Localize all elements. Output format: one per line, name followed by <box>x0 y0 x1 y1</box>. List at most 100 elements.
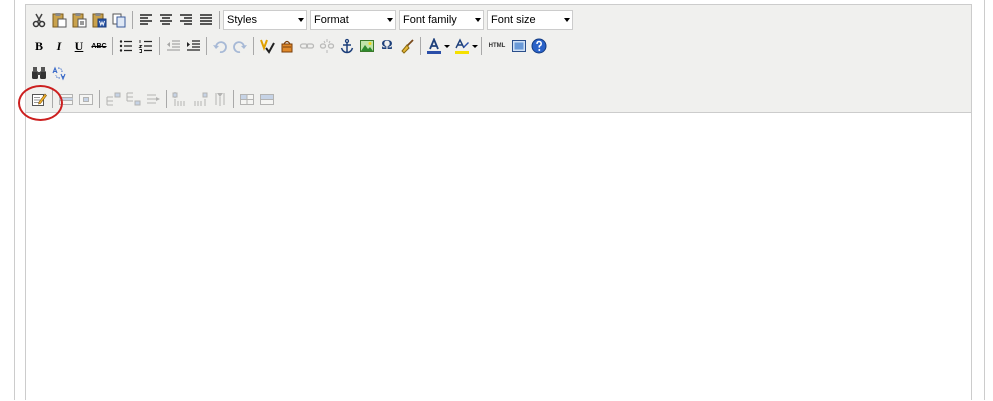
paste-as-text-button[interactable] <box>69 10 89 30</box>
delete-row-icon <box>147 94 160 104</box>
indent-icon <box>187 40 200 51</box>
indent-button[interactable] <box>183 36 203 56</box>
emoticons-button[interactable] <box>277 36 297 56</box>
editor-content-area[interactable] <box>26 113 971 401</box>
toolbar-separator <box>52 90 53 108</box>
justify-button[interactable] <box>196 10 216 30</box>
toolbar-separator <box>166 90 167 108</box>
insert-row-before-button[interactable] <box>103 89 123 109</box>
table-cell-properties-button[interactable] <box>76 89 96 109</box>
toolbar-separator <box>420 37 421 55</box>
undo-button[interactable] <box>210 36 230 56</box>
undo-icon <box>213 41 227 53</box>
toolbar-separator <box>481 37 482 55</box>
split-cells-icon <box>240 94 254 105</box>
cleanup-button[interactable] <box>397 36 417 56</box>
delete-row-button[interactable] <box>143 89 163 109</box>
bold-button[interactable]: B <box>29 36 49 56</box>
redo-button[interactable] <box>230 36 250 56</box>
font-size-dropdown-label: Font size <box>491 14 536 26</box>
insert-column-before-button[interactable] <box>170 89 190 109</box>
clipboard-icon <box>52 13 67 28</box>
align-justify-icon <box>200 14 212 25</box>
insert-column-after-button[interactable] <box>190 89 210 109</box>
paste-button[interactable] <box>49 10 69 30</box>
background-color-dropdown-arrow[interactable] <box>472 36 478 56</box>
italic-button[interactable]: I <box>49 36 69 56</box>
table-row-properties-button[interactable] <box>56 89 76 109</box>
fullscreen-icon <box>512 40 526 52</box>
spellcheck-icon <box>260 39 275 54</box>
replace-button[interactable] <box>49 63 69 83</box>
toolbar-separator <box>112 37 113 55</box>
delete-column-button[interactable] <box>210 89 230 109</box>
link-icon <box>299 43 315 49</box>
bullet-list-button[interactable] <box>116 36 136 56</box>
column-after-icon <box>194 92 208 106</box>
underline-icon: U <box>74 39 84 53</box>
outdent-button[interactable] <box>163 36 183 56</box>
anchor-button[interactable] <box>337 36 357 56</box>
toolbar-separator <box>99 90 100 108</box>
text-color-button[interactable] <box>424 36 444 56</box>
styles-dropdown[interactable]: Styles <box>223 10 307 30</box>
numbered-list-icon <box>138 40 152 53</box>
align-center-icon <box>160 14 172 25</box>
styles-dropdown-label: Styles <box>227 14 257 26</box>
highlighter-icon <box>455 38 469 54</box>
table-row-icon <box>59 94 73 105</box>
underline-button[interactable]: U <box>69 36 89 56</box>
help-icon <box>531 38 547 54</box>
align-left-icon <box>140 14 152 25</box>
outdent-icon <box>167 40 180 51</box>
font-family-dropdown-label: Font family <box>403 14 457 26</box>
align-right-button[interactable] <box>176 10 196 30</box>
anchor-icon <box>340 38 354 54</box>
insert-image-button[interactable] <box>357 36 377 56</box>
image-icon <box>360 40 374 52</box>
align-right-icon <box>180 14 192 25</box>
editor-toolbar: Styles Format Font family Font size B I … <box>26 5 971 113</box>
link-button[interactable] <box>297 36 317 56</box>
split-cells-button[interactable] <box>237 89 257 109</box>
align-center-button[interactable] <box>156 10 176 30</box>
row-after-icon <box>126 92 141 106</box>
numbered-list-button[interactable] <box>136 36 156 56</box>
paste-word-icon <box>92 13 107 28</box>
strikethrough-button[interactable]: ABC <box>89 36 109 56</box>
special-character-button[interactable]: Ω <box>377 36 397 56</box>
insert-row-after-button[interactable] <box>123 89 143 109</box>
merge-cells-button[interactable] <box>257 89 277 109</box>
rich-text-editor: Styles Format Font family Font size B I … <box>25 4 972 401</box>
fullscreen-button[interactable] <box>509 36 529 56</box>
toolbar-row-4 <box>29 87 277 111</box>
table-cell-icon <box>79 94 93 105</box>
copy-button[interactable] <box>109 10 129 30</box>
cut-button[interactable] <box>29 10 49 30</box>
insert-table-button[interactable] <box>29 89 49 109</box>
background-color-button[interactable] <box>452 36 472 56</box>
format-dropdown[interactable]: Format <box>310 10 396 30</box>
format-dropdown-label: Format <box>314 14 349 26</box>
font-size-dropdown[interactable]: Font size <box>487 10 573 30</box>
unlink-button[interactable] <box>317 36 337 56</box>
font-family-dropdown[interactable]: Font family <box>399 10 484 30</box>
merge-cells-icon <box>260 94 274 105</box>
unlink-icon <box>319 39 335 53</box>
strikethrough-icon: ABC <box>91 42 107 50</box>
html-source-button[interactable]: HTML <box>485 36 509 56</box>
chevron-down-icon <box>384 11 395 29</box>
help-button[interactable] <box>529 36 549 56</box>
text-color-dropdown-arrow[interactable] <box>444 36 450 56</box>
chevron-down-icon <box>472 11 483 29</box>
align-left-button[interactable] <box>136 10 156 30</box>
copy-icon <box>112 13 126 28</box>
paste-from-word-button[interactable] <box>89 10 109 30</box>
chevron-down-icon <box>295 11 306 29</box>
chevron-down-icon <box>561 11 572 29</box>
scissors-icon <box>32 13 46 28</box>
toolbar-separator <box>233 90 234 108</box>
find-button[interactable] <box>29 63 49 83</box>
spellcheck-button[interactable] <box>257 36 277 56</box>
omega-icon: Ω <box>381 38 393 53</box>
